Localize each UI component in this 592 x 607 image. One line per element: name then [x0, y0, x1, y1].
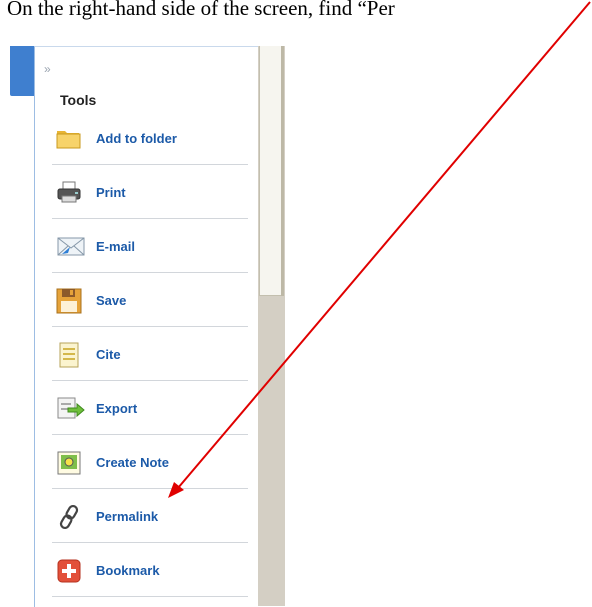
email-icon	[56, 234, 85, 258]
folder-icon	[56, 126, 81, 150]
tools-heading: Tools	[60, 92, 97, 108]
save-label: Save	[96, 293, 127, 308]
printer-icon	[56, 180, 81, 204]
note-icon	[56, 450, 81, 475]
scrollbar-thumb[interactable]	[259, 46, 283, 296]
add-to-folder-button[interactable]: Add to folder	[52, 111, 248, 165]
save-button[interactable]: Save	[52, 273, 248, 327]
print-label: Print	[96, 185, 126, 200]
print-button[interactable]: Print	[52, 165, 248, 219]
cite-label: Cite	[96, 347, 121, 362]
add-to-folder-label: Add to folder	[96, 131, 177, 146]
export-icon	[56, 396, 85, 420]
chain-link-icon	[56, 504, 80, 530]
floppy-disk-icon	[56, 288, 82, 314]
cite-button[interactable]: Cite	[52, 327, 248, 381]
export-button[interactable]: Export	[52, 381, 248, 435]
collapse-panel-button[interactable]: »	[44, 62, 51, 76]
create-note-label: Create Note	[96, 455, 169, 470]
scrollbar-edge	[281, 46, 284, 296]
email-label: E-mail	[96, 239, 136, 254]
create-note-button[interactable]: Create Note	[52, 435, 248, 489]
bookmark-button[interactable]: Bookmark	[52, 543, 248, 597]
export-label: Export	[96, 401, 138, 416]
bookmark-plus-icon	[56, 558, 81, 583]
instruction-text: On the right-hand side of the screen, fi…	[7, 0, 395, 20]
bookmark-label: Bookmark	[96, 563, 160, 578]
email-button[interactable]: E-mail	[52, 219, 248, 273]
document-icon	[56, 342, 80, 368]
permalink-label: Permalink	[96, 509, 159, 524]
permalink-button[interactable]: Permalink	[52, 489, 248, 543]
